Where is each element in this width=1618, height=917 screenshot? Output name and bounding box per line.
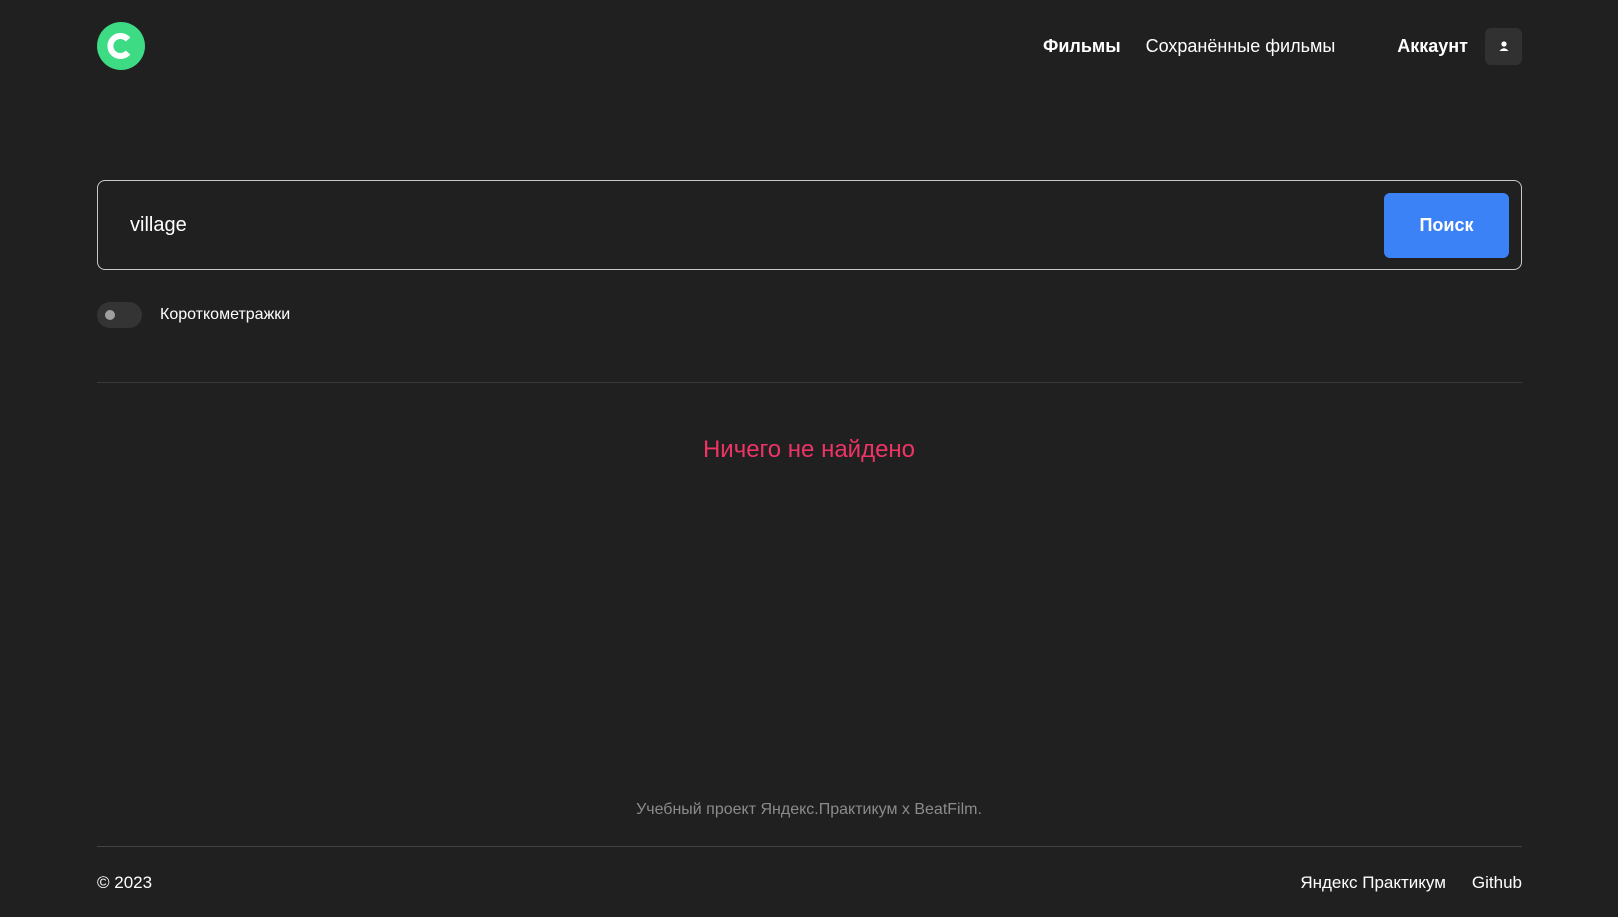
- account-label: Аккаунт: [1397, 35, 1468, 56]
- footer-link-yandex-practicum[interactable]: Яндекс Практикум: [1300, 873, 1446, 893]
- account-button[interactable]: Аккаунт: [1397, 27, 1522, 65]
- footer-row: © 2023 Яндекс Практикум Github: [97, 872, 1522, 894]
- header: Фильмы Сохранённые фильмы Аккаунт: [97, 20, 1522, 72]
- main-nav: Фильмы Сохранённые фильмы Аккаунт: [1043, 27, 1522, 65]
- search-button[interactable]: Поиск: [1384, 192, 1509, 258]
- user-icon: [1485, 27, 1522, 65]
- footer-links: Яндекс Практикум Github: [1274, 873, 1522, 893]
- copyright: © 2023: [97, 873, 153, 892]
- search-form: Поиск: [97, 180, 1522, 270]
- toggle-knob: [105, 310, 115, 320]
- logo-icon[interactable]: [97, 22, 145, 70]
- short-films-toggle[interactable]: [97, 302, 142, 328]
- short-films-filter[interactable]: Короткометражки: [97, 302, 290, 328]
- results-divider: [97, 382, 1522, 383]
- footer-divider: [97, 846, 1522, 847]
- footer-link-github[interactable]: Github: [1472, 873, 1522, 893]
- page: Фильмы Сохранённые фильмы Аккаунт Поиск …: [0, 0, 1618, 917]
- empty-results-message: Ничего не найдено: [702, 436, 916, 463]
- footer-caption: Учебный проект Яндекс.Практикум х BeatFi…: [636, 801, 982, 818]
- short-films-label: Короткометражки: [160, 306, 291, 323]
- nav-link-movies[interactable]: Фильмы: [1043, 36, 1121, 57]
- search-input[interactable]: [130, 205, 1384, 245]
- nav-link-saved-movies[interactable]: Сохранённые фильмы: [1146, 36, 1336, 57]
